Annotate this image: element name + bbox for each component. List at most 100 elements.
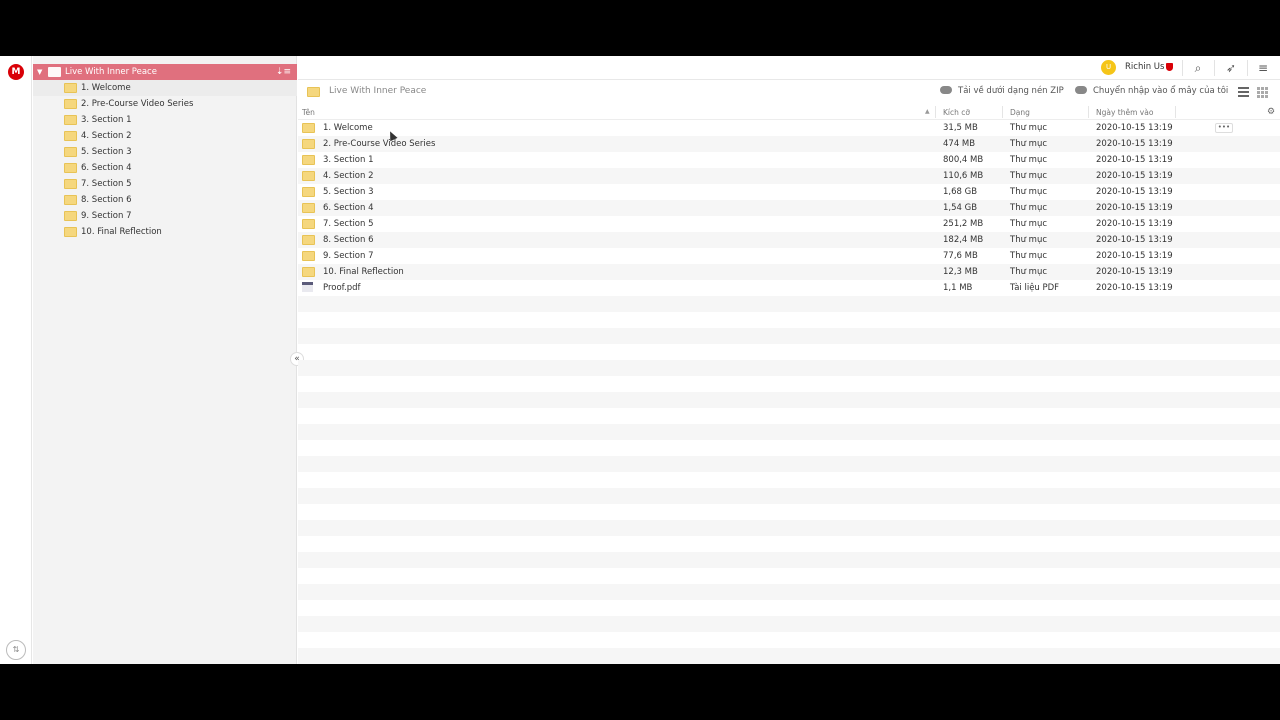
empty-row: [298, 488, 1280, 504]
divider: [1175, 106, 1176, 118]
folder-icon: [302, 139, 315, 149]
table-row[interactable]: 6. Section 4 1,54 GB Thư mục 2020-10-15 13:…: [298, 200, 1280, 216]
cell-size: 251,2 MB: [943, 219, 984, 229]
list-view-icon[interactable]: [1238, 87, 1249, 97]
cell-date: 2020-10-15 13:19: [1096, 251, 1173, 261]
empty-row: [298, 376, 1280, 392]
cell-type: Thư mục: [1010, 251, 1048, 261]
more-options-icon[interactable]: •••: [1215, 123, 1233, 133]
table-row[interactable]: 1. Welcome 31,5 MB Thư mục 2020-10-15 13:19…: [298, 120, 1280, 136]
table-row[interactable]: 3. Section 1 800,4 MB Thư mục 2020-10-15 13…: [298, 152, 1280, 168]
tree-item[interactable]: 5. Section 3: [33, 144, 297, 160]
empty-row: [298, 552, 1280, 568]
empty-row: [298, 440, 1280, 456]
divider: [1214, 60, 1215, 76]
cell-name: 5. Section 3: [323, 187, 374, 197]
folder-icon: [64, 83, 77, 93]
empty-row: [298, 456, 1280, 472]
tree-item[interactable]: 6. Section 4: [33, 160, 297, 176]
tree-item[interactable]: 3. Section 1: [33, 112, 297, 128]
cell-name: 4. Section 2: [323, 171, 374, 181]
cell-type: Thư mục: [1010, 123, 1048, 133]
avatar[interactable]: U: [1101, 60, 1116, 75]
tree-item-label: 10. Final Reflection: [81, 227, 162, 237]
table-row[interactable]: Proof.pdf 1,1 MB Tài liệu PDF 2020-10-15 13…: [298, 280, 1280, 296]
tree-item-label: 1. Welcome: [81, 83, 131, 93]
mega-logo[interactable]: M: [8, 64, 24, 80]
divider: [1002, 106, 1003, 118]
cell-date: 2020-10-15 13:19: [1096, 219, 1173, 229]
search-icon[interactable]: ⌕: [1190, 60, 1206, 76]
folder-icon: [64, 211, 77, 221]
transfers-icon[interactable]: ⇅: [6, 640, 26, 660]
folder-icon: [64, 227, 77, 237]
cell-date: 2020-10-15 13:19: [1096, 139, 1173, 149]
folder-icon: [48, 67, 61, 77]
cell-date: 2020-10-15 13:19: [1096, 123, 1173, 133]
expand-arrow-icon[interactable]: ▼: [37, 64, 42, 80]
folder-icon: [64, 163, 77, 173]
folder-icon: [302, 123, 315, 133]
menu-icon[interactable]: ≡: [1255, 60, 1271, 76]
gear-icon[interactable]: ⚙: [1267, 107, 1275, 117]
achievement-shield-icon[interactable]: [1166, 63, 1173, 71]
folder-icon: [307, 87, 320, 97]
empty-row: [298, 360, 1280, 376]
folder-icon: [302, 235, 315, 245]
tree-item[interactable]: 8. Section 6: [33, 192, 297, 208]
empty-row: [298, 424, 1280, 440]
tree-item-label: 8. Section 6: [81, 195, 132, 205]
tree-item[interactable]: 4. Section 2: [33, 128, 297, 144]
cell-date: 2020-10-15 13:19: [1096, 235, 1173, 245]
empty-row: [298, 408, 1280, 424]
table-row[interactable]: 9. Section 7 77,6 MB Thư mục 2020-10-15 13:…: [298, 248, 1280, 264]
empty-row: [298, 600, 1280, 616]
tree-item[interactable]: 1. Welcome: [33, 80, 297, 96]
table-row[interactable]: 7. Section 5 251,2 MB Thư mục 2020-10-15 13…: [298, 216, 1280, 232]
import-to-drive-button[interactable]: Chuyển nhập vào ổ mây của tôi: [1075, 86, 1228, 96]
table-row[interactable]: 5. Section 3 1,68 GB Thư mục 2020-10-15 13:…: [298, 184, 1280, 200]
user-name[interactable]: Richin Us: [1125, 62, 1164, 72]
cell-name: 6. Section 4: [323, 203, 374, 213]
cloud-import-icon: [1075, 86, 1087, 94]
folder-icon: [302, 171, 315, 181]
empty-row: [298, 328, 1280, 344]
cell-name: 1. Welcome: [323, 123, 373, 133]
cell-type: Thư mục: [1010, 267, 1048, 277]
folder-icon: [302, 267, 315, 277]
tree-item[interactable]: 2. Pre-Course Video Series: [33, 96, 297, 112]
pdf-icon: [302, 282, 313, 292]
cell-type: Thư mục: [1010, 219, 1048, 229]
table-row[interactable]: 10. Final Reflection 12,3 MB Thư mục 2020-1…: [298, 264, 1280, 280]
tree-item-label: 6. Section 4: [81, 163, 132, 173]
header-type[interactable]: Dạng: [1010, 108, 1030, 117]
tree-root-label: Live With Inner Peace: [65, 67, 157, 77]
sort-asc-icon[interactable]: ▲: [925, 108, 930, 115]
file-list: 1. Welcome 31,5 MB Thư mục 2020-10-15 13:19…: [298, 120, 1280, 664]
tree-item[interactable]: 10. Final Reflection: [33, 224, 297, 240]
cell-size: 1,1 MB: [943, 283, 973, 293]
tree-item[interactable]: 9. Section 7: [33, 208, 297, 224]
cell-type: Tài liệu PDF: [1010, 283, 1060, 293]
tree-item-label: 9. Section 7: [81, 211, 132, 221]
download-zip-button[interactable]: Tải về dưới dạng nén ZIP: [940, 86, 1064, 96]
grid-view-icon[interactable]: [1257, 87, 1268, 98]
header-name[interactable]: Tên: [302, 108, 315, 117]
sort-icon[interactable]: ⇣≡: [276, 64, 291, 80]
header-date[interactable]: Ngày thêm vào: [1096, 108, 1153, 117]
tree-root-folder[interactable]: ▼ Live With Inner Peace ⇣≡: [33, 64, 297, 80]
cell-name: 10. Final Reflection: [323, 267, 404, 277]
table-row[interactable]: 2. Pre-Course Video Series 474 MB Thư mục 2…: [298, 136, 1280, 152]
header-size[interactable]: Kích cỡ: [943, 108, 970, 117]
folder-icon: [64, 147, 77, 157]
tree-item[interactable]: 7. Section 5: [33, 176, 297, 192]
table-row[interactable]: 8. Section 6 182,4 MB Thư mục 2020-10-15 13…: [298, 232, 1280, 248]
cell-name: 7. Section 5: [323, 219, 374, 229]
tree-item-label: 7. Section 5: [81, 179, 132, 189]
cell-size: 182,4 MB: [943, 235, 984, 245]
cell-date: 2020-10-15 13:19: [1096, 187, 1173, 197]
folder-icon: [64, 115, 77, 125]
empty-row: [298, 632, 1280, 648]
table-row[interactable]: 4. Section 2 110,6 MB Thư mục 2020-10-15 13…: [298, 168, 1280, 184]
rocket-icon[interactable]: ➶: [1223, 60, 1239, 76]
